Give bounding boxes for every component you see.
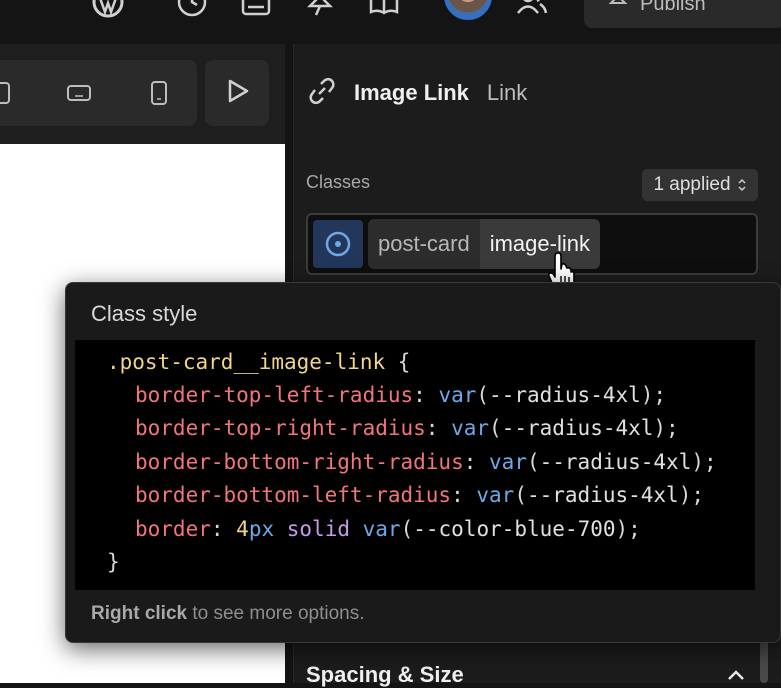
target-icon[interactable] (313, 220, 363, 268)
history-icon[interactable] (176, 0, 208, 18)
css-value: --radius-4xl (489, 383, 641, 407)
chevron-up-icon[interactable] (726, 668, 746, 687)
avatar[interactable] (444, 0, 492, 20)
publish-button[interactable]: Publish (584, 0, 781, 28)
play-icon (224, 78, 250, 109)
users-icon[interactable] (516, 0, 548, 18)
class-style-popover: Class style .post-card__image-link { bor… (65, 282, 781, 643)
hint-bold: Right click (91, 603, 188, 624)
code-line: border-top-left-radius: var(--radius-4xl… (135, 383, 667, 407)
classes-label: Classes (306, 172, 371, 192)
css-value: --radius-4xl (501, 416, 654, 440)
applied-label: 1 applied (653, 174, 731, 195)
class-chip-active[interactable]: image-link (479, 219, 600, 269)
pin-icon[interactable] (304, 0, 336, 18)
desktop-icon[interactable] (0, 82, 10, 109)
css-property: border (135, 517, 211, 541)
css-property: border-bottom-right-radius (135, 450, 464, 474)
css-function: var (362, 517, 401, 541)
publish-label: Publish (640, 0, 706, 15)
top-toolbar: Publish (0, 0, 781, 44)
preview-button[interactable] (205, 60, 269, 126)
applied-dropdown[interactable]: 1 applied (642, 169, 758, 201)
class-chip[interactable]: post-card (368, 219, 480, 269)
code-line-close: } (107, 550, 120, 574)
css-number: 4 (236, 517, 249, 541)
css-property: border-top-left-radius (135, 383, 414, 407)
css-function: var (438, 383, 477, 407)
element-title: Image Link (354, 80, 469, 105)
page-icon[interactable] (240, 0, 272, 18)
element-type: Link (486, 80, 528, 105)
link-icon (306, 75, 338, 112)
css-unit: px (248, 517, 275, 541)
css-selector: .post-card__image-link (107, 350, 386, 374)
css-function: var (476, 483, 515, 507)
code-block: .post-card__image-link { border-top-left… (75, 340, 755, 590)
css-property: border-bottom-left-radius (135, 483, 452, 507)
pin-icon (608, 0, 628, 17)
wordpress-icon[interactable] (92, 0, 124, 18)
tablet-landscape-icon[interactable] (67, 85, 91, 106)
css-keyword: solid (286, 517, 350, 541)
device-switcher (0, 60, 197, 126)
hint-text: to see more options. (192, 603, 365, 624)
chevron-up-down-icon (737, 177, 747, 193)
popover-hint: Right click to see more options. (91, 603, 365, 625)
popover-title: Class style (91, 301, 198, 326)
class-selector-field[interactable]: post-card image-link (306, 213, 758, 275)
code-line-border: border: 4px solid var(--color-blue-700); (135, 517, 641, 541)
code-line: border-bottom-left-radius: var(--radius-… (135, 483, 704, 507)
code-line-selector: .post-card__image-link { (107, 350, 411, 374)
css-value: --color-blue-700 (413, 517, 616, 541)
mobile-icon[interactable] (150, 81, 168, 110)
spacing-size-header[interactable]: Spacing & Size (306, 662, 464, 688)
panel-header: Image Link Link (306, 70, 527, 116)
code-line: border-bottom-right-radius: var(--radius… (135, 450, 717, 474)
css-function: var (489, 450, 527, 474)
css-value: --radius-4xl (539, 450, 692, 474)
css-function: var (451, 416, 490, 440)
css-value: --radius-4xl (526, 483, 679, 507)
book-icon[interactable] (368, 0, 400, 18)
code-line: border-top-right-radius: var(--radius-4x… (135, 416, 679, 440)
css-property: border-top-right-radius (135, 416, 426, 440)
